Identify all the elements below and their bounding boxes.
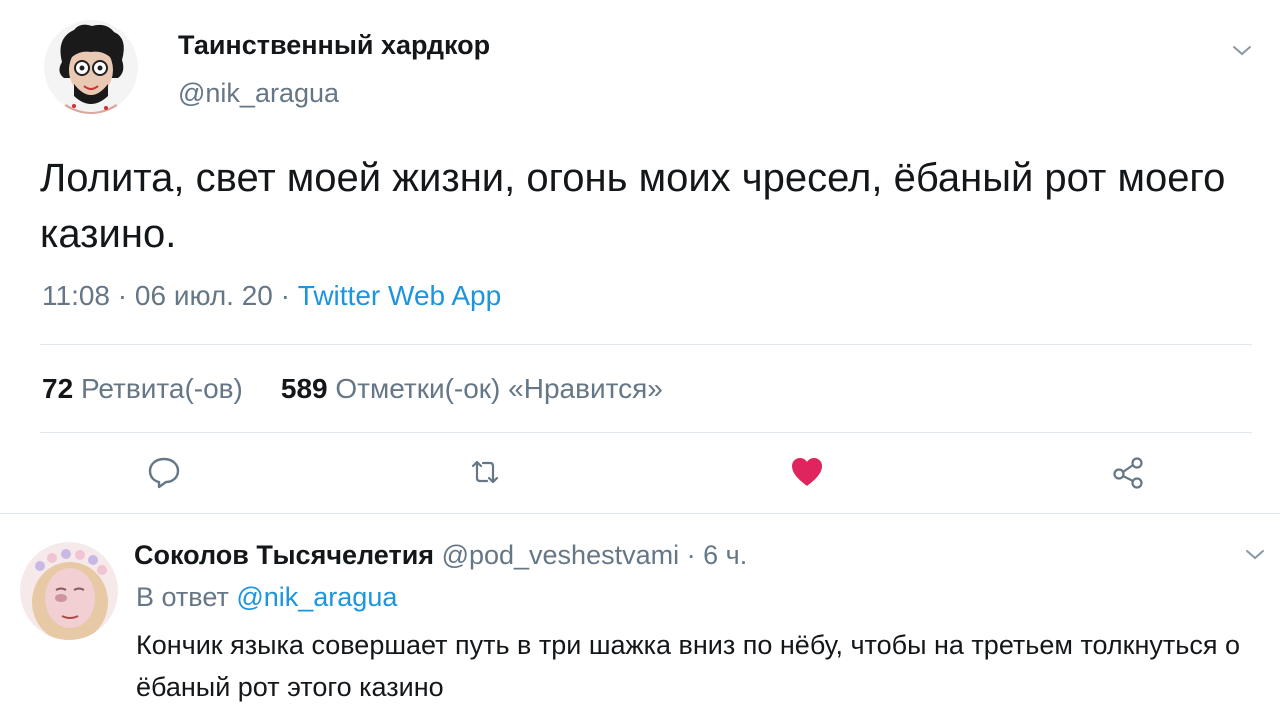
- likes-count: 589: [280, 373, 328, 404]
- retweet-icon: [471, 460, 499, 484]
- likes-stat[interactable]: 589 Отметки(-ок) «Нравится»: [281, 373, 663, 404]
- tweet-time: 11:08: [42, 280, 110, 311]
- like-button[interactable]: [789, 454, 825, 490]
- in-reply-prefix: В ответ: [136, 582, 229, 612]
- share-icon: [1113, 457, 1143, 489]
- in-reply-to: В ответ @nik_aragua: [136, 582, 397, 613]
- tweet-meta: 11:08 · 06 июл. 20 · Twitter Web App: [42, 280, 501, 312]
- share-button[interactable]: [1110, 454, 1146, 490]
- author-handle[interactable]: @nik_aragua: [178, 78, 339, 109]
- likes-label: Отметки(-ок) «Нравится»: [335, 373, 663, 404]
- reply-header: Соколов Тысячелетия @pod_veshestvami · 6…: [134, 540, 747, 571]
- retweet-button[interactable]: [467, 454, 503, 490]
- reply-author-name[interactable]: Соколов Тысячелетия: [134, 540, 434, 570]
- reply-text: Кончик языка совершает путь в три шажка …: [136, 630, 1240, 702]
- meta-separator: ·: [280, 280, 290, 311]
- tweet-text: Лолита, свет моей жизни, огонь моих чрес…: [40, 156, 1226, 256]
- reply-time[interactable]: 6 ч.: [703, 540, 747, 570]
- retweets-count: 72: [42, 373, 74, 404]
- author-avatar[interactable]: [44, 20, 138, 114]
- chevron-down-icon[interactable]: [1230, 42, 1254, 60]
- retweets-label: Ретвита(-ов): [80, 373, 243, 404]
- tweet-date: 06 июл. 20: [134, 280, 273, 311]
- reply-author-handle[interactable]: @pod_veshestvami: [442, 540, 680, 570]
- avatar-illustration: [44, 20, 138, 114]
- divider: [40, 432, 1252, 433]
- reply-button[interactable]: [146, 454, 182, 490]
- divider: [40, 344, 1252, 345]
- reply-icon: [148, 457, 180, 489]
- in-reply-mention[interactable]: @nik_aragua: [236, 582, 397, 612]
- chevron-down-icon[interactable]: [1243, 547, 1267, 563]
- avatar-illustration: [20, 542, 118, 640]
- heart-icon: [792, 458, 822, 486]
- author-name[interactable]: Таинственный хардкор: [178, 30, 490, 61]
- meta-separator: ·: [686, 540, 696, 570]
- tweet-source-link[interactable]: Twitter Web App: [298, 280, 501, 311]
- reply-author-avatar[interactable]: [20, 542, 118, 640]
- retweets-stat[interactable]: 72 Ретвита(-ов): [42, 373, 243, 404]
- section-divider: [0, 513, 1280, 514]
- meta-separator: ·: [117, 280, 128, 311]
- tweet-stats: 72 Ретвита(-ов) 589 Отметки(-ок) «Нравитс…: [42, 373, 663, 405]
